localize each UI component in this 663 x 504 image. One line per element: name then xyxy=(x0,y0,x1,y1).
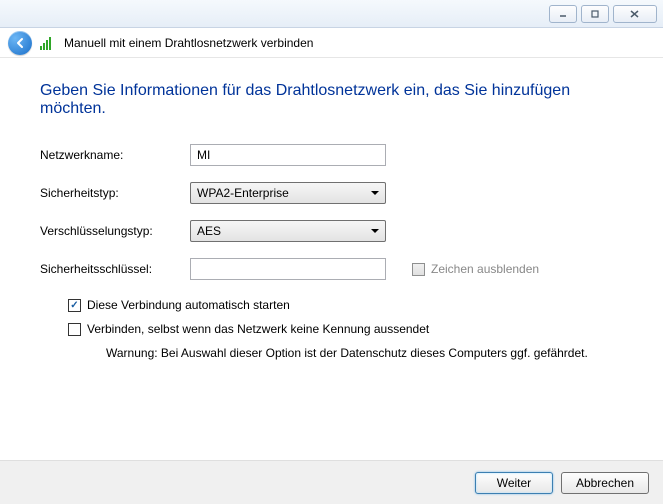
back-button[interactable] xyxy=(8,31,32,55)
security-key-label: Sicherheitsschlüssel: xyxy=(40,262,190,276)
security-key-input[interactable] xyxy=(190,258,386,280)
maximize-button[interactable] xyxy=(581,5,609,23)
back-arrow-icon xyxy=(13,36,27,50)
hide-chars-label: Zeichen ausblenden xyxy=(431,262,539,276)
encryption-type-select[interactable]: AES xyxy=(190,220,386,242)
next-button[interactable]: Weiter xyxy=(475,472,553,494)
network-name-input[interactable] xyxy=(190,144,386,166)
encryption-type-value: AES xyxy=(197,224,221,238)
hide-chars-checkbox xyxy=(412,263,425,276)
network-name-label: Netzwerkname: xyxy=(40,148,190,162)
warning-text: Warnung: Bei Auswahl dieser Option ist d… xyxy=(106,346,623,360)
connect-hidden-checkbox[interactable] xyxy=(68,323,81,336)
wifi-icon xyxy=(40,36,56,50)
cancel-button[interactable]: Abbrechen xyxy=(561,472,649,494)
security-type-label: Sicherheitstyp: xyxy=(40,186,190,200)
page-heading: Geben Sie Informationen für das Drahtlos… xyxy=(40,82,623,118)
wizard-footer: Weiter Abbrechen xyxy=(0,460,663,504)
minimize-button[interactable] xyxy=(549,5,577,23)
content-area: Geben Sie Informationen für das Drahtlos… xyxy=(0,58,663,460)
auto-start-label: Diese Verbindung automatisch starten xyxy=(87,298,290,312)
security-type-value: WPA2-Enterprise xyxy=(197,186,289,200)
wizard-header: Manuell mit einem Drahtlosnetzwerk verbi… xyxy=(0,28,663,58)
encryption-type-label: Verschlüsselungstyp: xyxy=(40,224,190,238)
security-type-select[interactable]: WPA2-Enterprise xyxy=(190,182,386,204)
window-titlebar xyxy=(0,0,663,28)
connect-hidden-label: Verbinden, selbst wenn das Netzwerk kein… xyxy=(87,322,429,336)
wizard-title: Manuell mit einem Drahtlosnetzwerk verbi… xyxy=(64,36,313,50)
close-button[interactable] xyxy=(613,5,657,23)
auto-start-checkbox[interactable]: ✓ xyxy=(68,299,81,312)
